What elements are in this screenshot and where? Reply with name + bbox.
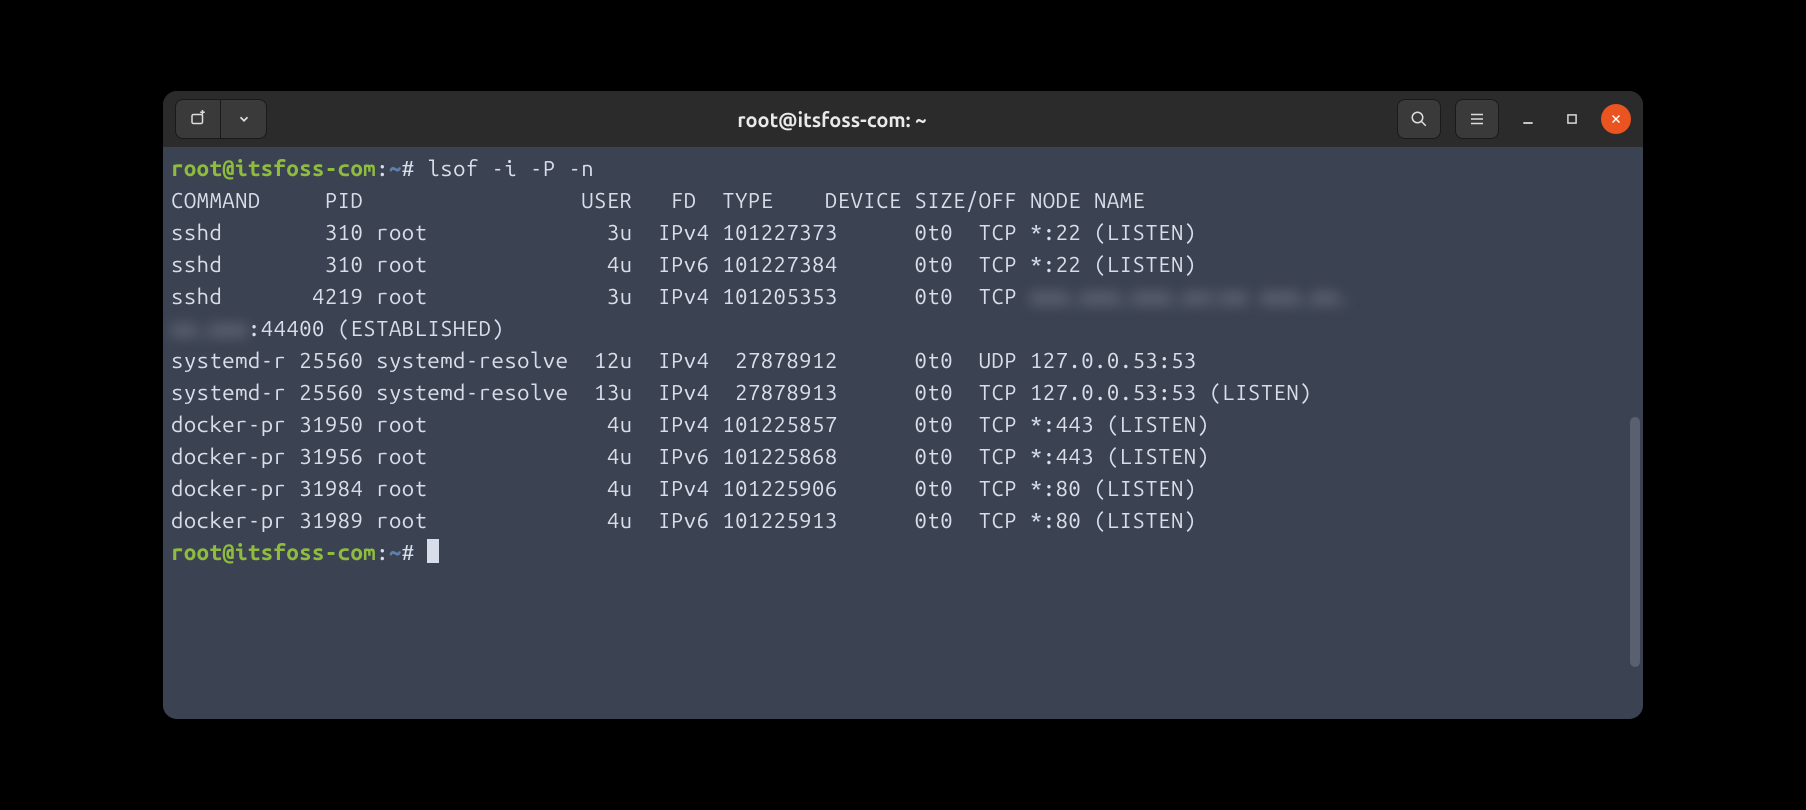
command-output: COMMAND PID USER FD TYPE DEVICE SIZE/OFF…	[171, 188, 1350, 533]
new-tab-button[interactable]	[175, 99, 221, 139]
prompt-symbol-2: #	[402, 540, 415, 565]
window-controls	[1397, 99, 1631, 139]
minimize-button[interactable]	[1513, 104, 1543, 134]
search-button[interactable]	[1397, 99, 1441, 139]
terminal-body[interactable]: root@itsfoss-com:~# lsof -i -P -n COMMAN…	[163, 147, 1643, 719]
window-title: root@itsfoss-com: ~	[275, 108, 1389, 131]
close-button[interactable]	[1601, 104, 1631, 134]
titlebar: root@itsfoss-com: ~	[163, 91, 1643, 147]
maximize-button[interactable]	[1557, 104, 1587, 134]
prompt-path: ~	[389, 156, 402, 181]
prompt-path-2: ~	[389, 540, 402, 565]
prompt-user-host-2: root@itsfoss-com	[171, 540, 376, 565]
prompt-user-host: root@itsfoss-com	[171, 156, 376, 181]
tab-controls	[175, 99, 267, 139]
prompt-separator: :	[376, 156, 389, 181]
scrollbar[interactable]	[1630, 417, 1640, 667]
tab-dropdown-button[interactable]	[221, 99, 267, 139]
cursor	[427, 539, 439, 563]
menu-button[interactable]	[1455, 99, 1499, 139]
prompt-separator-2: :	[376, 540, 389, 565]
prompt-symbol: #	[402, 156, 415, 181]
terminal-window: root@itsfoss-com: ~	[163, 91, 1643, 719]
command-text: lsof -i -P -n	[427, 156, 594, 181]
